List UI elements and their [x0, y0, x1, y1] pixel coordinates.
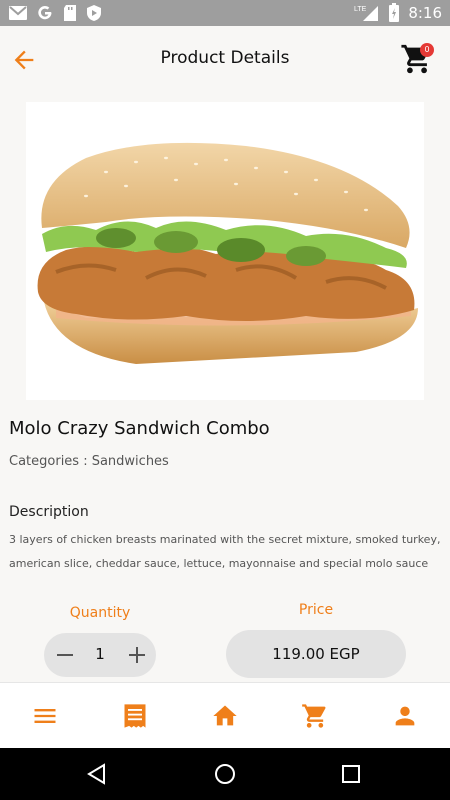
price-label: Price: [298, 602, 334, 618]
quantity-stepper: 1: [44, 633, 156, 677]
shield-icon: [87, 5, 101, 21]
product-image: [26, 102, 424, 400]
nav-menu-button[interactable]: [31, 702, 59, 730]
plus-icon: [129, 647, 145, 663]
quantity-label: Quantity: [69, 605, 131, 621]
nav-profile-button[interactable]: [391, 702, 419, 730]
status-bar: LTE 8:16: [0, 0, 450, 26]
circle-home-icon: [215, 764, 235, 784]
square-recents-icon: [342, 765, 360, 783]
bottom-navigation: [0, 682, 450, 748]
system-back-button[interactable]: [86, 762, 110, 786]
system-navigation-bar: [0, 748, 450, 800]
nav-home-button[interactable]: [211, 702, 239, 730]
svg-text:LTE: LTE: [354, 6, 367, 13]
sd-card-icon: [64, 5, 76, 21]
minus-icon: [57, 654, 73, 656]
sandwich-illustration: [37, 142, 418, 364]
status-time: 8:16: [408, 4, 442, 22]
product-name: Molo Crazy Sandwich Combo: [9, 418, 270, 439]
nav-cart-button[interactable]: [301, 702, 329, 730]
page-title: Product Details: [160, 48, 290, 68]
home-icon: [213, 705, 237, 726]
google-icon: [38, 6, 52, 20]
increase-quantity-button[interactable]: [124, 642, 150, 668]
app-header: Product Details: [0, 26, 450, 94]
system-home-button[interactable]: [213, 762, 237, 786]
gmail-icon: [9, 6, 27, 20]
person-icon: [395, 706, 415, 726]
status-system: LTE 8:16: [354, 3, 442, 23]
signal-icon: LTE: [354, 6, 379, 21]
status-notifications: [8, 4, 102, 22]
description-heading: Description: [9, 504, 89, 520]
decrease-quantity-button[interactable]: [52, 642, 78, 668]
battery-icon: [389, 3, 400, 22]
menu-icon: [34, 709, 56, 723]
cart-icon: [302, 704, 326, 728]
quantity-value: 1: [95, 645, 105, 663]
description-text: 3 layers of chicken breasts marinated wi…: [9, 533, 441, 570]
nav-orders-button[interactable]: [121, 702, 149, 730]
triangle-back-icon: [87, 763, 105, 785]
system-recents-button[interactable]: [339, 762, 363, 786]
product-category: Categories : Sandwiches: [9, 454, 169, 469]
price-value: 119.00 EGP: [226, 630, 406, 678]
receipt-icon: [124, 704, 146, 728]
cart-count-badge: 0: [420, 43, 434, 57]
